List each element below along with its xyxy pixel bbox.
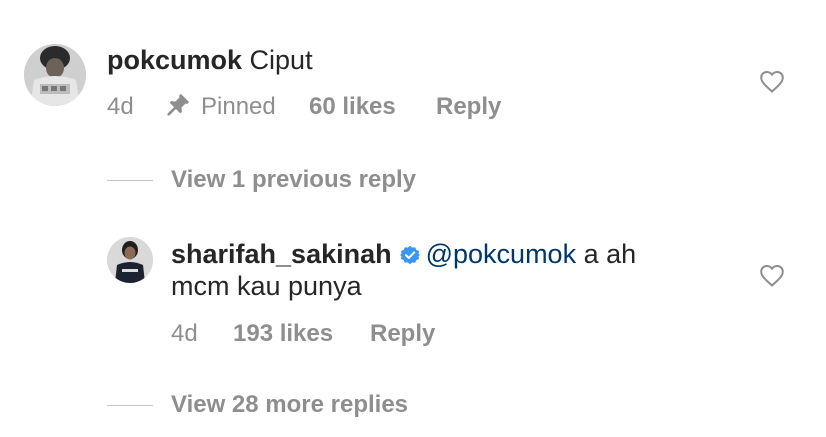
avatar-image	[24, 44, 86, 106]
reply-likes-text: 193 likes	[233, 320, 334, 347]
reply-likes[interactable]: 193 likes	[233, 320, 333, 348]
comment-reply-label: Reply	[436, 93, 502, 120]
reply-body-part1: a ah	[583, 239, 637, 269]
comment-body: Ciput	[249, 45, 313, 75]
reply-body-part2: mcm kau punya	[171, 271, 362, 301]
pinned-label: Pinned	[201, 93, 276, 120]
avatar-sharifah-sakinah[interactable]	[107, 237, 153, 283]
reply-text-line1: sharifah_sakinah @pokcumok a ah	[171, 238, 636, 270]
heart-outline-icon	[760, 70, 784, 93]
comment-like-heart-icon[interactable]	[759, 70, 785, 94]
avatar-image	[107, 237, 153, 283]
pin-icon	[167, 93, 190, 116]
comment-username[interactable]: pokcumok	[107, 45, 242, 75]
reply-timestamp[interactable]: 4d	[171, 320, 198, 348]
view-replies-divider	[107, 405, 153, 406]
reply-like-heart-icon[interactable]	[759, 264, 785, 288]
reply-reply-label: Reply	[370, 320, 436, 347]
comment-timestamp[interactable]: 4d	[107, 93, 134, 121]
heart-outline-icon	[760, 264, 784, 287]
reply-mention-link[interactable]: @pokcumok	[426, 239, 576, 269]
reply-reply-button[interactable]: Reply	[370, 320, 435, 348]
comment-likes[interactable]: 60 likes	[309, 93, 396, 121]
comment-reply-button[interactable]: Reply	[436, 93, 501, 121]
view-more-replies-button[interactable]: View 28 more replies	[171, 391, 408, 419]
view-previous-replies-button[interactable]: View 1 previous reply	[171, 166, 416, 194]
reply-username[interactable]: sharifah_sakinah	[171, 239, 392, 269]
comment-text: pokcumok Ciput	[107, 44, 313, 76]
verified-badge-icon	[399, 245, 420, 265]
avatar-pokcumok[interactable]	[24, 44, 86, 106]
view-replies-divider	[107, 180, 153, 181]
comment-likes-text: 60 likes	[309, 93, 396, 120]
